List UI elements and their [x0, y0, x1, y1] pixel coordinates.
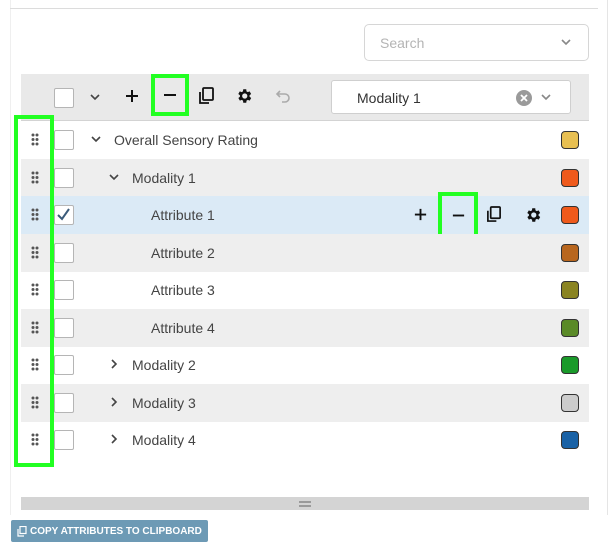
undo-icon[interactable]: [275, 88, 291, 104]
chevron-down-icon[interactable]: [108, 171, 120, 183]
copy-icon[interactable]: [198, 87, 215, 105]
copy-attributes-label: COPY ATTRIBUTES TO CLIPBOARD: [30, 525, 202, 537]
row-checkbox[interactable]: [54, 167, 74, 188]
tree-row-label: Attribute 1: [151, 207, 215, 223]
tree-row-label: Overall Sensory Rating: [114, 132, 258, 148]
minus-icon: [164, 94, 176, 96]
tree-row[interactable]: Attribute 4: [21, 308, 589, 347]
chevron-down-icon[interactable]: [90, 133, 102, 145]
color-swatch[interactable]: [561, 318, 579, 337]
clear-icon[interactable]: [516, 90, 532, 106]
row-checkbox[interactable]: [54, 130, 74, 150]
chevron-down-icon[interactable]: [560, 36, 572, 48]
tree-row-label: Modality 3: [132, 394, 196, 411]
tree-row-label: Modality 4: [132, 432, 196, 448]
color-swatch[interactable]: [561, 431, 579, 449]
tree-row[interactable]: Attribute 3: [21, 271, 589, 309]
chevron-right-icon[interactable]: [108, 396, 120, 408]
copy-icon[interactable]: [486, 206, 502, 223]
color-swatch[interactable]: [561, 393, 579, 412]
tree-row[interactable]: Modality 4: [21, 421, 589, 459]
color-swatch[interactable]: [561, 168, 579, 187]
drag-handle-icon[interactable]: [31, 358, 39, 371]
drag-handle-icon[interactable]: [31, 396, 39, 409]
copy-icon: [17, 525, 27, 537]
drag-handle-icon[interactable]: [31, 283, 39, 296]
color-swatch[interactable]: [561, 243, 579, 262]
chevron-down-icon[interactable]: [89, 91, 101, 103]
drag-handle-icon[interactable]: [31, 133, 39, 146]
row-checkbox[interactable]: [54, 392, 74, 413]
color-swatch[interactable]: [561, 131, 579, 149]
gear-icon[interactable]: [524, 206, 542, 224]
row-checkbox[interactable]: [54, 242, 74, 263]
tree-row[interactable]: Modality 1: [21, 158, 589, 197]
checkmark-icon: [57, 208, 70, 221]
row-checkbox[interactable]: [54, 430, 74, 450]
select-all-checkbox[interactable]: [54, 88, 74, 108]
row-checkbox[interactable]: [54, 205, 74, 225]
copy-attributes-button[interactable]: COPY ATTRIBUTES TO CLIPBOARD: [11, 520, 208, 542]
minus-icon: [452, 214, 464, 216]
remove-button[interactable]: [151, 74, 189, 116]
plus-icon[interactable]: [124, 88, 140, 104]
plus-icon[interactable]: [413, 207, 428, 222]
drag-bars-icon: [299, 500, 311, 507]
gear-icon[interactable]: [235, 87, 253, 105]
tree-row[interactable]: Modality 2: [21, 346, 589, 384]
resize-splitter[interactable]: [21, 497, 589, 510]
row-checkbox[interactable]: [54, 280, 74, 300]
search-box[interactable]: [364, 24, 589, 61]
tree-row[interactable]: Attribute 2: [21, 233, 589, 272]
tree-row-label: Modality 1: [132, 169, 196, 186]
drag-handle-icon[interactable]: [31, 208, 39, 221]
color-swatch[interactable]: [561, 281, 579, 299]
drag-handle-icon[interactable]: [31, 171, 39, 184]
filter-value: Modality 1: [357, 90, 421, 106]
row-checkbox[interactable]: [54, 317, 74, 338]
tree-row[interactable]: Modality 3: [21, 383, 589, 422]
chevron-right-icon[interactable]: [108, 358, 120, 370]
color-swatch[interactable]: [561, 356, 579, 374]
row-checkbox[interactable]: [54, 355, 74, 375]
tree-row[interactable]: Attribute 1: [21, 192, 589, 238]
chevron-down-icon[interactable]: [540, 91, 552, 103]
color-swatch[interactable]: [561, 206, 579, 224]
drag-handle-icon[interactable]: [31, 321, 39, 334]
top-divider: [10, 8, 598, 9]
drag-handle-icon[interactable]: [31, 246, 39, 259]
search-input[interactable]: [365, 25, 545, 60]
chevron-right-icon[interactable]: [108, 433, 120, 445]
tree-row-label: Attribute 4: [151, 319, 215, 336]
tree-row-label: Attribute 2: [151, 244, 215, 261]
modality-filter-select[interactable]: Modality 1: [331, 80, 571, 114]
drag-handle-icon[interactable]: [31, 433, 39, 446]
row-remove-button[interactable]: [438, 192, 478, 238]
row-actions: [411, 192, 551, 238]
tree-row-label: Modality 2: [132, 357, 196, 373]
tree-row-label: Attribute 3: [151, 282, 215, 298]
tree-row[interactable]: Overall Sensory Rating: [21, 121, 589, 159]
